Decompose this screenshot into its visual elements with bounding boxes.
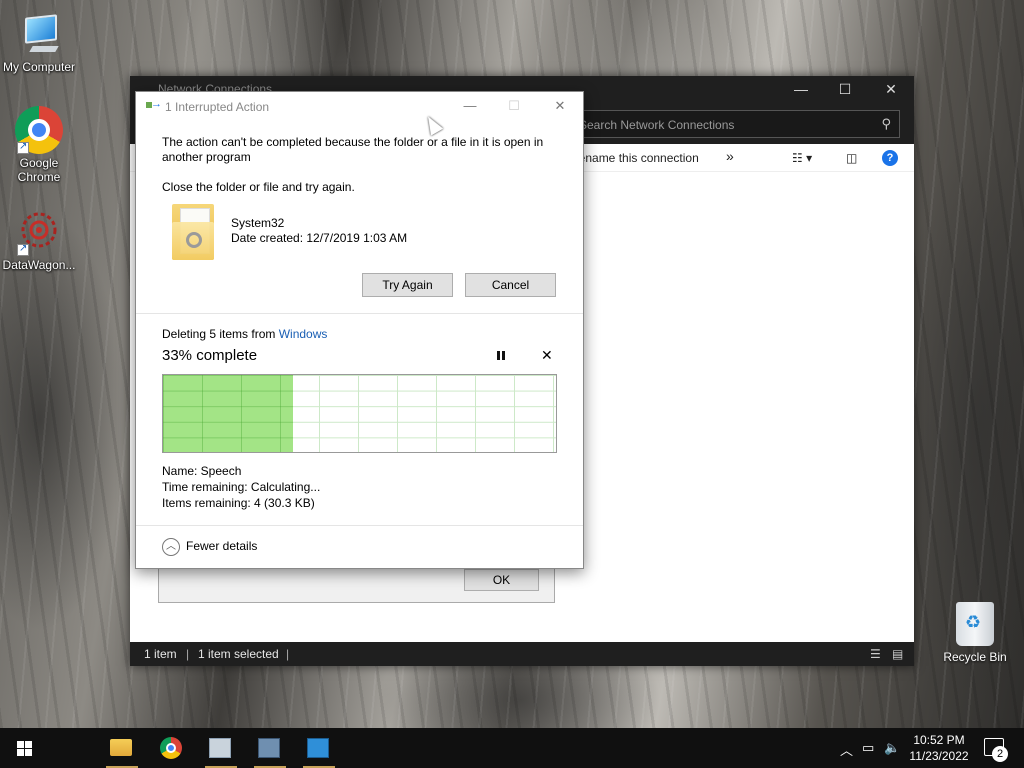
desktop-icon-recycle-bin[interactable]: Recycle Bin	[940, 602, 1010, 664]
network-icon	[258, 738, 280, 758]
close-icon[interactable]: ✕	[868, 76, 914, 102]
chrome-icon	[15, 106, 63, 154]
fewer-details-label: Fewer details	[186, 539, 258, 554]
explorer-status-bar: 1 item | 1 item selected | ☰ ▤	[130, 642, 914, 666]
status-selected-count: 1 item selected	[198, 647, 279, 661]
help-icon[interactable]: ?	[882, 150, 898, 166]
shortcut-arrow-icon	[17, 140, 29, 154]
chevron-up-icon[interactable]: ︿	[840, 740, 853, 759]
taskbar-app-1[interactable]	[197, 728, 245, 768]
recycle-bin-label: Recycle Bin	[943, 650, 1007, 664]
windows-logo-icon	[17, 741, 32, 756]
rename-connection-button[interactable]: Rename this connection	[570, 151, 699, 165]
large-icons-view-icon[interactable]: ▤	[892, 647, 903, 661]
ok-button[interactable]: OK	[464, 569, 539, 591]
more-commands-button[interactable]: »	[726, 148, 734, 164]
search-icon: ⚲	[881, 116, 891, 131]
notification-count: 2	[992, 746, 1008, 762]
volume-icon[interactable]: 🔈	[884, 740, 900, 756]
taskbar-clock[interactable]: 10:52 PM 11/23/2022	[906, 732, 972, 764]
app-icon	[307, 738, 329, 758]
progress-graph	[162, 374, 557, 453]
search-button[interactable]: ⚲	[48, 728, 124, 768]
details-view-icon[interactable]: ☰	[870, 647, 881, 661]
search-placeholder: Search Network Connections	[579, 118, 735, 132]
start-button[interactable]	[0, 728, 48, 768]
search-input[interactable]: Search Network Connections ⚲	[570, 110, 900, 138]
percent-complete: 33% complete	[162, 347, 258, 364]
network-tray-icon[interactable]: ▭	[862, 740, 874, 756]
taskbar-chrome[interactable]	[148, 728, 196, 768]
app-icon	[209, 738, 231, 758]
desktop-icon-datawagon[interactable]: DataWagon...	[1, 208, 77, 272]
error-message: The action can't be completed because th…	[162, 135, 544, 164]
taskbar-app-3[interactable]	[295, 728, 343, 768]
file-name: System32	[231, 216, 285, 230]
deleting-location-link[interactable]: Windows	[279, 327, 328, 341]
minimize-icon[interactable]: —	[460, 97, 480, 115]
stop-icon[interactable]: ✕	[541, 347, 553, 364]
divider	[136, 525, 583, 526]
preview-pane-icon[interactable]: ◫	[846, 151, 857, 165]
deleting-status: Deleting 5 items from Windows	[162, 327, 327, 341]
pause-icon[interactable]	[497, 351, 505, 361]
desktop-icon-label: DataWagon...	[2, 258, 76, 272]
recycle-bin-icon	[956, 602, 994, 646]
clock-date: 11/23/2022	[909, 749, 969, 763]
taskbar-file-explorer[interactable]	[98, 728, 146, 768]
dialog-titlebar[interactable]: 1 Interrupted Action — ☐ ✕	[136, 92, 583, 120]
change-view-icon[interactable]: ☷ ▾	[792, 151, 812, 165]
folder-icon	[172, 204, 214, 260]
status-separator: |	[286, 647, 290, 661]
progress-fill	[163, 375, 293, 452]
taskbar-app-2[interactable]	[246, 728, 294, 768]
instruction-text: Close the folder or file and try again.	[162, 180, 355, 194]
computer-icon	[15, 10, 63, 58]
clock-time: 10:52 PM	[913, 733, 965, 747]
time-remaining: Time remaining: Calculating...	[162, 480, 321, 494]
shortcut-arrow-icon	[17, 242, 29, 256]
desktop-icon-google-chrome[interactable]: Google Chrome	[1, 106, 77, 184]
status-item-count: 1 item	[144, 647, 177, 661]
maximize-icon: ☐	[508, 98, 520, 113]
datawagon-icon	[15, 208, 63, 256]
taskbar: ⚲ ︿ ▭ 🔈 10:52 PM 11/23/2022 2	[0, 728, 1024, 768]
close-icon[interactable]: ✕	[550, 97, 570, 115]
interrupted-action-dialog: 1 Interrupted Action — ☐ ✕ The action ca…	[135, 91, 584, 569]
dialog-title: 1 Interrupted Action	[165, 100, 270, 114]
maximize-icon[interactable]: ☐	[822, 76, 868, 102]
folder-icon	[110, 739, 132, 756]
fewer-details-toggle[interactable]: ︿ Fewer details	[162, 538, 257, 556]
deleting-prefix: Deleting 5 items from	[162, 327, 279, 341]
file-operation-icon	[146, 98, 162, 112]
minimize-icon[interactable]: —	[778, 76, 824, 102]
try-again-button[interactable]: Try Again	[362, 273, 453, 297]
divider	[136, 313, 583, 314]
file-date: Date created: 12/7/2019 1:03 AM	[231, 231, 408, 245]
desktop-icon-label: My Computer	[2, 60, 76, 74]
cancel-button[interactable]: Cancel	[465, 273, 556, 297]
current-file-name: Name: Speech	[162, 464, 242, 478]
status-separator: |	[186, 647, 190, 661]
chevron-up-icon: ︿	[162, 538, 180, 556]
items-remaining: Items remaining: 4 (30.3 KB)	[162, 496, 315, 510]
desktop-icon-my-computer[interactable]: My Computer	[1, 10, 77, 74]
chrome-icon	[160, 737, 182, 759]
desktop-icon-label: Google Chrome	[17, 156, 61, 184]
